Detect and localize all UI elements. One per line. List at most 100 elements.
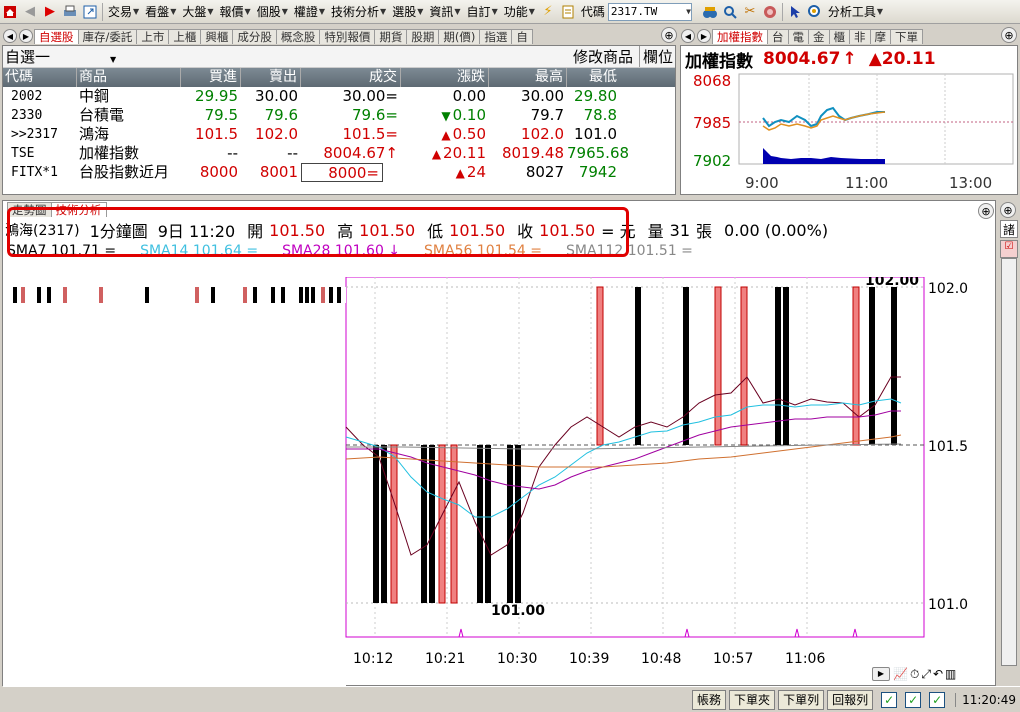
tab-order[interactable]: 下單 xyxy=(890,29,923,44)
menu-market[interactable]: 大盤 ▼ xyxy=(179,2,216,22)
header-name[interactable]: 商品 xyxy=(77,68,181,87)
header-last[interactable]: 成交 xyxy=(301,68,401,87)
menu-quote[interactable]: 報價 ▼ xyxy=(217,2,254,22)
tab-watchlist[interactable]: 自選股 xyxy=(34,29,79,44)
header-code[interactable]: 代碼 xyxy=(3,68,77,87)
search-icon[interactable] xyxy=(720,2,740,22)
zoom-in-icon[interactable]: ⊕ xyxy=(1001,27,1017,43)
candle-bar xyxy=(596,286,604,446)
external-window-icon[interactable] xyxy=(80,2,100,22)
group-select[interactable]: 自選一 ▼ xyxy=(3,46,153,67)
edit-products-button[interactable]: 修改商品 xyxy=(573,46,633,67)
menu-function[interactable]: 功能 ▼ xyxy=(501,2,538,22)
tab-scroll-left-icon[interactable]: ◀ xyxy=(681,29,695,43)
header-low[interactable]: 最低 xyxy=(567,68,647,87)
tab-futures-price[interactable]: 期(價) xyxy=(438,29,481,44)
header-bid[interactable]: 買進 xyxy=(181,68,241,87)
change-value: 0.00 xyxy=(452,87,486,105)
tab-elec[interactable]: 電 xyxy=(787,29,809,44)
chevron-down-icon[interactable]: ▼ xyxy=(686,7,691,16)
header-ask[interactable]: 賣出 xyxy=(241,68,301,87)
cell-code: TSE xyxy=(11,146,35,161)
tab-index-options[interactable]: 指選 xyxy=(479,29,513,44)
candlestick-chart: 102.00 101.00 102.0 101.5 101.0 10:12 10:… xyxy=(3,277,968,687)
analysis-tool-icon[interactable] xyxy=(805,2,825,22)
lightning-icon[interactable]: ⚡ xyxy=(538,2,558,22)
max-price-label: 102.00 xyxy=(865,277,919,289)
clock-icon[interactable]: ⏱ xyxy=(910,667,919,682)
table-row[interactable]: 2002 中鋼 29.95 30.00 30.00= 0.00 30.00 29.80 xyxy=(3,87,675,106)
tab-non[interactable]: 非 xyxy=(849,29,871,44)
tab-concept[interactable]: 概念股 xyxy=(275,29,321,44)
menu-watch[interactable]: 看盤 ▼ xyxy=(142,2,179,22)
menu-screen[interactable]: 選股 ▼ xyxy=(389,2,426,22)
tab-emerging[interactable]: 興櫃 xyxy=(200,29,234,44)
tab-otc-index[interactable]: 櫃 xyxy=(828,29,850,44)
tab-scroll-right-icon[interactable]: ▶ xyxy=(19,29,33,43)
tab-custom[interactable]: 自 xyxy=(511,29,533,44)
zoom-in-icon[interactable]: ⊕ xyxy=(1000,202,1016,218)
cell-change: 0.00 xyxy=(401,87,489,106)
table-row[interactable]: TSE 加權指數 -- -- 8004.67↑ ▲ 20.11 8019.48 7965.68 xyxy=(3,144,675,163)
last-value: 30.00 xyxy=(342,87,386,105)
expand-icon[interactable]: ⤢ xyxy=(921,667,931,682)
header-high[interactable]: 最高 xyxy=(489,68,567,87)
up-arrow-icon: ▲ xyxy=(431,147,442,161)
analysis-tool-menu[interactable]: 分析工具 ▼ xyxy=(825,2,886,22)
tools-icon[interactable]: ✂ xyxy=(740,2,760,22)
tab-listed[interactable]: 上市 xyxy=(136,29,170,44)
status-checkbox-1[interactable]: ✓ xyxy=(881,691,898,708)
tab-scroll-left-icon[interactable]: ◀ xyxy=(3,29,17,43)
cell-name: 中鋼 xyxy=(79,87,110,105)
zoom-in-icon[interactable]: ⊕ xyxy=(661,27,677,43)
menu-technical[interactable]: 技術分析 ▼ xyxy=(328,2,389,22)
order-folder-button[interactable]: 下單夾 xyxy=(729,689,776,710)
zoom-in-icon[interactable]: ⊕ xyxy=(978,203,994,219)
account-button[interactable]: 帳務 xyxy=(692,689,727,710)
table-row[interactable]: FITX*1 台股指數近月 8000 8001 8000= ▲ 24 8027 7942 xyxy=(3,163,675,182)
tab-components[interactable]: 成分股 xyxy=(232,29,277,44)
tab-fin[interactable]: 金 xyxy=(808,29,830,44)
candle-bar xyxy=(891,287,897,445)
tab-special[interactable]: 特別報價 xyxy=(319,29,376,44)
menu-custom[interactable]: 自訂 ▼ xyxy=(464,2,501,22)
side-check-icon[interactable]: ☑ xyxy=(1000,240,1018,258)
bar-icon[interactable]: ▥ xyxy=(945,667,956,681)
menu-trade[interactable]: 交易 ▼ xyxy=(105,2,142,22)
binoculars-icon[interactable] xyxy=(700,2,720,22)
menu-warrant[interactable]: 權證 ▼ xyxy=(291,2,328,22)
menu-stock[interactable]: 個股 ▼ xyxy=(254,2,291,22)
chart-tool-icon[interactable]: 📈 xyxy=(893,667,908,681)
tab-scroll-right-icon[interactable]: ▶ xyxy=(697,29,711,43)
status-checkbox-2[interactable]: ✓ xyxy=(905,691,922,708)
status-bar: 帳務 下單夾 下單列 回報列 ✓ ✓ ✓ 11:20:49 xyxy=(345,686,1020,712)
undo-icon[interactable]: ↶ xyxy=(933,667,943,681)
table-row[interactable]: 2330 台積電 79.5 79.6 79.6= ▼ 0.10 79.7 78.8 xyxy=(3,106,675,125)
tab-futures[interactable]: 期貨 xyxy=(374,29,408,44)
tab-stock-futures[interactable]: 股期 xyxy=(406,29,440,44)
vertical-scrollbar[interactable] xyxy=(1001,258,1017,666)
tab-tw[interactable]: 台 xyxy=(767,29,789,44)
back-icon[interactable]: ◀ xyxy=(20,2,40,22)
scroll-right-icon[interactable]: ▶ xyxy=(872,666,890,681)
status-checkbox-3[interactable]: ✓ xyxy=(929,691,946,708)
stamp-icon[interactable] xyxy=(760,2,780,22)
home-icon[interactable] xyxy=(0,2,20,22)
cursor-icon[interactable] xyxy=(785,2,805,22)
tab-otc[interactable]: 上櫃 xyxy=(168,29,202,44)
report-bar-button[interactable]: 回報列 xyxy=(827,689,874,710)
notepad-icon[interactable] xyxy=(558,2,578,22)
print-icon[interactable] xyxy=(60,2,80,22)
menu-info[interactable]: 資訊 ▼ xyxy=(426,2,463,22)
tab-inventory[interactable]: 庫存/委託 xyxy=(77,29,138,44)
order-bar-button[interactable]: 下單列 xyxy=(778,689,825,710)
side-panel-tab[interactable]: 諸 xyxy=(1000,220,1018,238)
header-change[interactable]: 漲跌 xyxy=(401,68,489,87)
x-axis-label: 10:39 xyxy=(569,651,609,667)
table-row[interactable]: >>2317 鴻海 101.5 102.0 101.5= ▲ 0.50 102.0 101.0 xyxy=(3,125,675,144)
forward-icon[interactable]: ▶ xyxy=(40,2,60,22)
code-input[interactable]: 2317.TW ▼ xyxy=(607,2,692,21)
columns-button[interactable]: 欄位 xyxy=(638,46,673,67)
tab-msci[interactable]: 摩 xyxy=(869,29,891,44)
tab-taiex[interactable]: 加權指數 xyxy=(712,29,768,44)
